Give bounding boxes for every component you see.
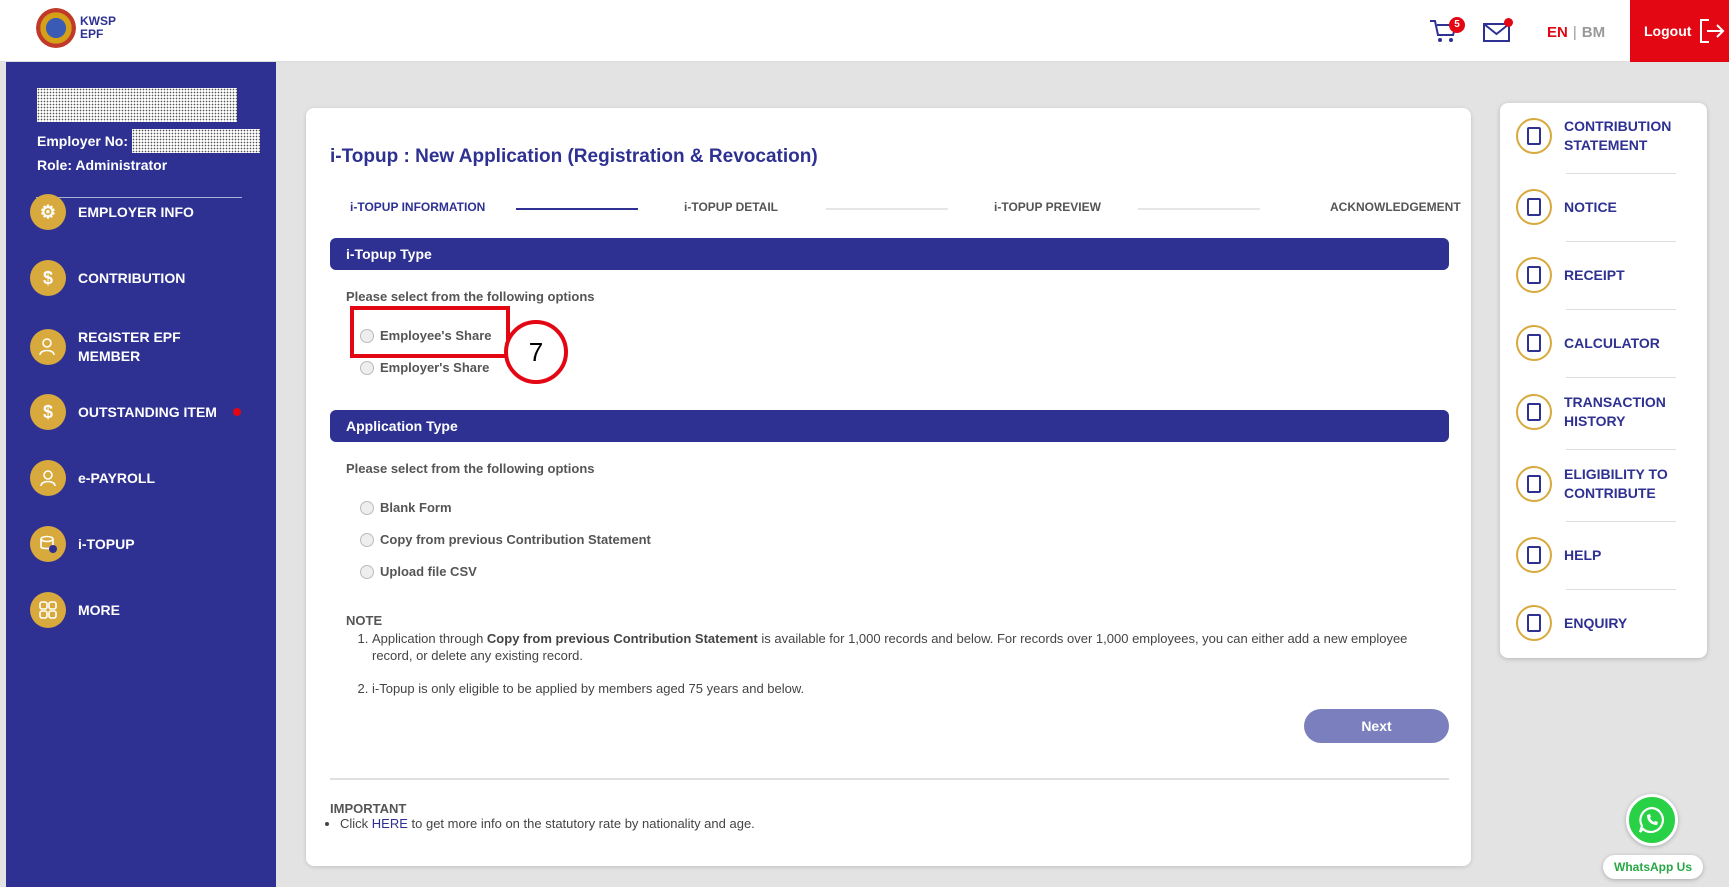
quick-link-notice[interactable]: NOTICE — [1516, 189, 1692, 225]
quick-link-eligibility-to-contribute[interactable]: ELIGIBILITY TO CONTRIBUTE — [1516, 465, 1692, 503]
top-bar: KWSP EPF 5 EN | BM Logout — [0, 0, 1729, 62]
radio-circle[interactable] — [360, 500, 374, 515]
sidebar-item-register-epf-member[interactable]: REGISTER EPF MEMBER — [30, 328, 220, 366]
section-divider — [330, 778, 1449, 780]
statement-icon — [1516, 118, 1552, 154]
quick-links-panel: CONTRIBUTION STATEMENT NOTICE RECEIPT CA… — [1500, 103, 1707, 658]
receipt-icon — [1516, 257, 1552, 293]
quick-link-receipt[interactable]: RECEIPT — [1516, 257, 1692, 293]
progress-steps: i-TOPUP INFORMATION i-TOPUP DETAIL i-TOP… — [350, 200, 1461, 220]
note-item-2: i-Topup is only eligible to be applied b… — [372, 680, 1436, 697]
important-section: IMPORTANT Click HERE to get more info on… — [330, 801, 755, 831]
sidebar-item-outstanding-item[interactable]: $ OUTSTANDING ITEM — [30, 394, 241, 430]
note-section: NOTE Application through Copy from previ… — [346, 613, 1436, 713]
bag-dollar-icon: $ — [30, 394, 66, 430]
note-heading: NOTE — [346, 613, 383, 628]
mail-notification-dot — [1504, 18, 1513, 27]
radio-circle[interactable] — [360, 360, 374, 375]
radio-upload-csv[interactable]: Upload file CSV — [360, 564, 477, 579]
topup-type-prompt: Please select from the following options — [346, 289, 595, 304]
step-topup-preview: i-TOPUP PREVIEW — [994, 200, 1101, 214]
add-user-icon — [30, 329, 66, 365]
quick-link-help[interactable]: HELP — [1516, 537, 1692, 573]
radio-copy-previous-statement[interactable]: Copy from previous Contribution Statemen… — [360, 532, 651, 547]
logo-line-2: EPF — [80, 27, 104, 41]
quick-link-transaction-history[interactable]: TRANSACTION HISTORY — [1516, 393, 1692, 431]
step-topup-information: i-TOPUP INFORMATION — [350, 200, 486, 214]
quick-link-enquiry[interactable]: ENQUIRY — [1516, 605, 1692, 641]
important-heading: IMPORTANT — [330, 801, 407, 816]
grid-icon — [30, 592, 66, 628]
main-card: i-Topup : New Application (Registration … — [306, 108, 1471, 866]
whatsapp-icon[interactable] — [1626, 794, 1678, 846]
important-item: Click HERE to get more info on the statu… — [340, 816, 755, 831]
quick-link-calculator[interactable]: CALCULATOR — [1516, 325, 1692, 361]
notice-icon — [1516, 189, 1552, 225]
sidebar-item-e-payroll[interactable]: e-PAYROLL — [30, 460, 155, 496]
whatsapp-button[interactable]: WhatsApp Us — [1603, 855, 1703, 879]
eligibility-icon — [1516, 466, 1552, 502]
lang-en[interactable]: EN — [1547, 24, 1568, 41]
sidebar: Employer No: Role: Administrator ⚙ EMPLO… — [6, 62, 276, 887]
here-link[interactable]: HERE — [372, 816, 408, 831]
logout-button[interactable]: Logout — [1630, 0, 1729, 62]
language-switch: EN | BM — [1547, 24, 1606, 41]
role-label: Role: Administrator — [37, 157, 168, 173]
help-icon — [1516, 537, 1552, 573]
cart-count-badge: 5 — [1449, 17, 1465, 33]
masked-employer-no — [132, 129, 261, 153]
kwsp-logo[interactable]: KWSP EPF — [36, 8, 116, 48]
payroll-icon — [30, 460, 66, 496]
logout-icon — [1700, 19, 1725, 43]
note-list: Application through Copy from previous C… — [346, 630, 1436, 697]
radio-circle[interactable] — [360, 564, 374, 579]
outstanding-alert-dot — [232, 408, 241, 416]
user-info: Employer No: Role: Administrator — [37, 88, 261, 173]
hand-dollar-icon: $ — [30, 260, 66, 296]
note-item-1: Application through Copy from previous C… — [372, 630, 1436, 664]
lang-bm[interactable]: BM — [1582, 24, 1605, 41]
next-button[interactable]: Next — [1304, 709, 1449, 743]
application-type-prompt: Please select from the following options — [346, 461, 595, 476]
quick-link-contribution-statement[interactable]: CONTRIBUTION STATEMENT — [1516, 117, 1692, 155]
gear-icon: ⚙ — [30, 194, 66, 230]
step-acknowledgement: ACKNOWLEDGEMENT — [1330, 200, 1461, 214]
epf-seal-icon — [36, 8, 76, 48]
history-icon — [1516, 394, 1552, 430]
radio-employer-share[interactable]: Employer's Share — [360, 360, 489, 375]
annotation-step-number: 7 — [504, 320, 568, 384]
page-title: i-Topup : New Application (Registration … — [330, 146, 818, 167]
radio-blank-form[interactable]: Blank Form — [360, 500, 452, 515]
sidebar-item-more[interactable]: MORE — [30, 592, 120, 628]
sidebar-item-contribution[interactable]: $ CONTRIBUTION — [30, 260, 185, 296]
step-topup-detail: i-TOPUP DETAIL — [684, 200, 779, 214]
employer-no-label: Employer No: — [37, 133, 129, 149]
logout-label: Logout — [1644, 23, 1692, 39]
sidebar-item-i-topup[interactable]: i-TOPUP — [30, 526, 135, 562]
enquiry-icon — [1516, 605, 1552, 641]
annotation-highlight-box — [350, 306, 510, 358]
topup-type-heading: i-Topup Type — [330, 238, 1449, 270]
calculator-icon — [1516, 325, 1552, 361]
application-type-heading: Application Type — [330, 410, 1449, 442]
topup-icon — [30, 526, 66, 562]
sidebar-item-employer-info[interactable]: ⚙ EMPLOYER INFO — [30, 194, 194, 230]
radio-circle[interactable] — [360, 532, 374, 547]
masked-employer-name — [37, 88, 237, 122]
